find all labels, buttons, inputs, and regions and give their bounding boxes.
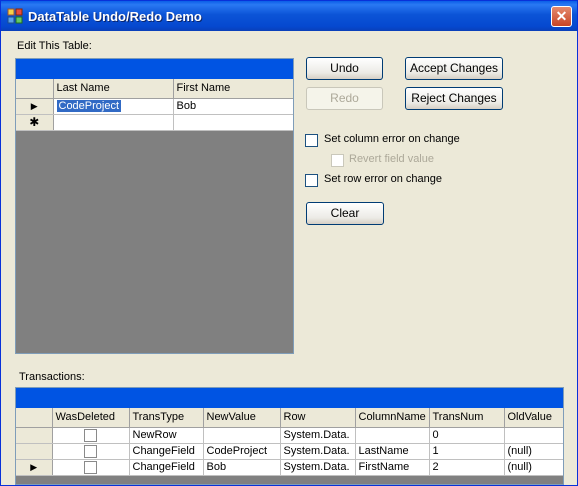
corner-header (16, 79, 54, 99)
accept-changes-button[interactable]: Accept Changes (405, 57, 503, 80)
trans-num-cell[interactable]: 0 (429, 427, 505, 444)
row-cell[interactable]: System.Data. (280, 427, 356, 444)
trans-num-cell[interactable]: 1 (429, 443, 505, 460)
transactions-label: Transactions: (19, 371, 85, 383)
column-header-was-deleted[interactable]: WasDeleted (52, 408, 130, 428)
table-row[interactable]: ▶ ChangeField Bob System.Data. FirstName… (16, 459, 563, 476)
trans-type-cell[interactable]: ChangeField (129, 443, 204, 460)
was-deleted-checkbox[interactable] (84, 444, 97, 458)
column-header-new-value[interactable]: NewValue (203, 408, 281, 428)
row-cell[interactable]: System.Data. (280, 459, 356, 476)
column-header-old-value[interactable]: OldValue (504, 408, 563, 428)
transactions-grid[interactable]: WasDeleted TransType NewValue Row Column… (15, 387, 564, 485)
column-header-trans-num[interactable]: TransNum (429, 408, 505, 428)
trans-type-cell[interactable]: NewRow (129, 427, 204, 444)
table-row[interactable]: ▶ CodeProject Bob (16, 98, 293, 115)
trans-num-cell[interactable]: 2 (429, 459, 505, 476)
cell-last-name-value[interactable]: CodeProject (56, 100, 122, 112)
revert-field-value-label[interactable]: Revert field value (349, 153, 434, 165)
new-value-cell[interactable] (203, 427, 281, 444)
new-row[interactable]: ✱ (16, 114, 293, 131)
redo-button[interactable]: Redo (306, 87, 383, 110)
was-deleted-checkbox[interactable] (84, 460, 97, 474)
row-header[interactable] (16, 427, 53, 444)
new-value-cell[interactable]: Bob (203, 459, 281, 476)
set-row-error-label[interactable]: Set row error on change (324, 173, 442, 185)
set-column-error-checkbox[interactable] (305, 134, 318, 147)
was-deleted-checkbox[interactable] (84, 428, 97, 442)
old-value-cell[interactable] (504, 427, 563, 444)
reject-changes-button[interactable]: Reject Changes (405, 87, 503, 110)
table-row[interactable]: NewRow System.Data. 0 (16, 427, 563, 444)
column-header-column-name[interactable]: ColumnName (355, 408, 430, 428)
set-row-error-checkbox[interactable] (305, 174, 318, 187)
grid-caption-bar (16, 59, 293, 79)
new-row-marker-icon[interactable]: ✱ (16, 114, 54, 131)
row-header[interactable] (16, 443, 53, 460)
table-row[interactable]: ChangeField CodeProject System.Data. Las… (16, 443, 563, 460)
cell-first-name[interactable]: Bob (173, 98, 293, 115)
was-deleted-cell[interactable] (52, 459, 130, 476)
row-cell[interactable]: System.Data. (280, 443, 356, 460)
new-row-cell-first-name[interactable] (173, 114, 293, 131)
current-row-marker-icon[interactable]: ▶ (16, 98, 54, 115)
transactions-corner-header (16, 408, 53, 428)
main-window: DataTable Undo/Redo Demo ✕ Edit This Tab… (0, 0, 578, 486)
edit-table: Last Name First Name ▶ CodeProject Bob ✱ (16, 79, 293, 131)
was-deleted-cell[interactable] (52, 427, 130, 444)
column-header-first-name[interactable]: First Name (173, 79, 293, 99)
new-value-cell[interactable]: CodeProject (203, 443, 281, 460)
old-value-cell[interactable]: (null) (504, 459, 563, 476)
cell-last-name[interactable]: CodeProject (53, 98, 174, 115)
column-header-trans-type[interactable]: TransType (129, 408, 204, 428)
new-row-cell-last-name[interactable] (53, 114, 174, 131)
app-icon (7, 8, 23, 24)
old-value-cell[interactable]: (null) (504, 443, 563, 460)
transactions-table: WasDeleted TransType NewValue Row Column… (16, 408, 563, 476)
was-deleted-cell[interactable] (52, 443, 130, 460)
header-row: Last Name First Name (16, 79, 293, 99)
edit-table-grid[interactable]: Last Name First Name ▶ CodeProject Bob ✱ (15, 58, 294, 354)
column-name-cell[interactable]: FirstName (355, 459, 430, 476)
edit-table-label: Edit This Table: (17, 40, 92, 52)
window-title: DataTable Undo/Redo Demo (28, 9, 202, 24)
clear-button[interactable]: Clear (306, 202, 384, 225)
column-name-cell[interactable]: LastName (355, 443, 430, 460)
undo-button[interactable]: Undo (306, 57, 383, 80)
title-bar[interactable]: DataTable Undo/Redo Demo ✕ (1, 1, 577, 31)
transactions-caption-bar (16, 388, 563, 408)
transactions-header-row: WasDeleted TransType NewValue Row Column… (16, 408, 563, 428)
close-button[interactable]: ✕ (551, 6, 572, 27)
column-header-last-name[interactable]: Last Name (53, 79, 174, 99)
column-name-cell[interactable] (355, 427, 430, 444)
trans-type-cell[interactable]: ChangeField (129, 459, 204, 476)
column-header-row[interactable]: Row (280, 408, 356, 428)
set-column-error-label[interactable]: Set column error on change (324, 133, 460, 145)
revert-field-value-checkbox[interactable] (331, 154, 344, 167)
current-row-marker-icon[interactable]: ▶ (16, 459, 53, 476)
